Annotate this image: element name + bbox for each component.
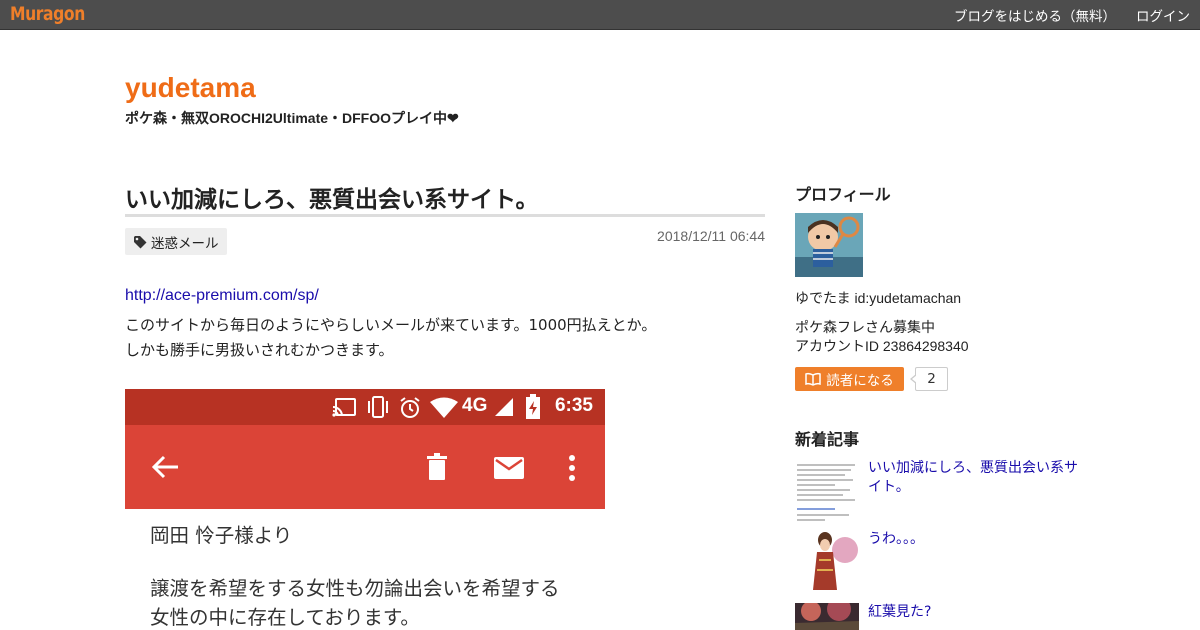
network-type: 4G — [462, 395, 488, 416]
recent-item[interactable]: 紅葉見た? — [795, 603, 1095, 630]
header-links: ブログをはじめる（無料） ログイン — [934, 0, 1190, 29]
recent-thumb-image — [795, 530, 859, 594]
image-status-bar: 4G 6:35 — [125, 389, 605, 425]
avatar[interactable] — [795, 213, 863, 277]
trash-icon — [427, 453, 447, 480]
subscribe-button[interactable]: 読者になる — [795, 367, 904, 391]
tag-label: 迷惑メール — [151, 235, 219, 252]
subscribe-label: 読者になる — [826, 373, 894, 389]
alarm-icon — [400, 397, 420, 418]
vibrate-icon — [368, 396, 388, 418]
image-toolbar — [125, 425, 605, 509]
recent-thumb[interactable] — [795, 603, 859, 630]
more-vert-icon — [569, 455, 575, 481]
recent-title-1[interactable]: いい加減にしろ、悪質出会い系サイト。 — [868, 459, 1078, 497]
subscriber-count: 2 — [910, 367, 948, 391]
status-time: 6:35 — [554, 395, 593, 416]
tag-badge[interactable]: 迷惑メール — [125, 228, 227, 255]
mail-icon — [494, 457, 524, 479]
blog-subtitle: ポケ森・無双OROCHI2Ultimate・DFFOOプレイ中❤ — [125, 110, 459, 126]
tag-icon — [134, 235, 147, 248]
image-body-line-1: 譲渡を希望をする女性も勿論出会いを希望する — [150, 577, 560, 600]
site-header: Muragon ブログをはじめる（無料） ログイン — [0, 0, 1200, 30]
book-icon — [805, 372, 821, 386]
image-sender-line: 岡田 怜子様より — [150, 524, 293, 547]
profile-heading: プロフィール — [795, 187, 891, 204]
start-blog-link[interactable]: ブログをはじめる（無料） — [954, 5, 1116, 25]
cast-icon — [332, 398, 356, 417]
back-arrow-icon — [152, 455, 178, 479]
blog-title[interactable]: yudetama — [125, 72, 256, 104]
article-image[interactable]: 4G 6:35 岡田 怜子様より 譲渡を希望をする女性も勿論出会いを希望する 女… — [125, 389, 605, 630]
muragon-logo[interactable]: Muragon — [10, 2, 85, 27]
login-link[interactable]: ログイン — [1136, 5, 1190, 25]
wifi-icon — [430, 397, 458, 418]
battery-charging-icon — [526, 394, 540, 419]
recent-title-3[interactable]: 紅葉見た? — [868, 603, 1078, 622]
recent-title-2[interactable]: うわ。。。 — [868, 530, 1078, 549]
profile-bio-line-2: アカウントID 23864298340 — [795, 338, 969, 354]
article-title: いい加減にしろ、悪質出会い系サイト。 — [125, 186, 539, 212]
title-divider — [125, 214, 765, 217]
profile-name: ゆでたま id:yudetamachan — [795, 290, 962, 306]
recent-item[interactable]: いい加減にしろ、悪質出会い系サイト。 — [795, 459, 1095, 523]
article-paragraph-1: このサイトから毎日のようにやらしいメールが来ています。1000円払えとか。 — [125, 316, 657, 334]
article-external-link[interactable]: http://ace-premium.com/sp/ — [125, 287, 319, 305]
recent-thumb-image — [795, 459, 859, 523]
image-body-line-2: 女性の中に存在しております。 — [150, 606, 420, 629]
recent-heading: 新着記事 — [795, 432, 860, 449]
recent-thumb[interactable] — [795, 530, 859, 594]
profile-bio-line-1: ポケ森フレさん募集中 — [795, 319, 935, 335]
recent-thumb[interactable] — [795, 459, 859, 523]
signal-icon — [495, 398, 513, 416]
post-date: 2018/12/11 06:44 — [657, 228, 765, 244]
avatar-image — [795, 213, 863, 277]
recent-item[interactable]: うわ。。。 — [795, 530, 1095, 594]
recent-thumb-image — [795, 603, 859, 630]
article-paragraph-2: しかも勝手に男扱いされむかつきます。 — [125, 341, 394, 359]
